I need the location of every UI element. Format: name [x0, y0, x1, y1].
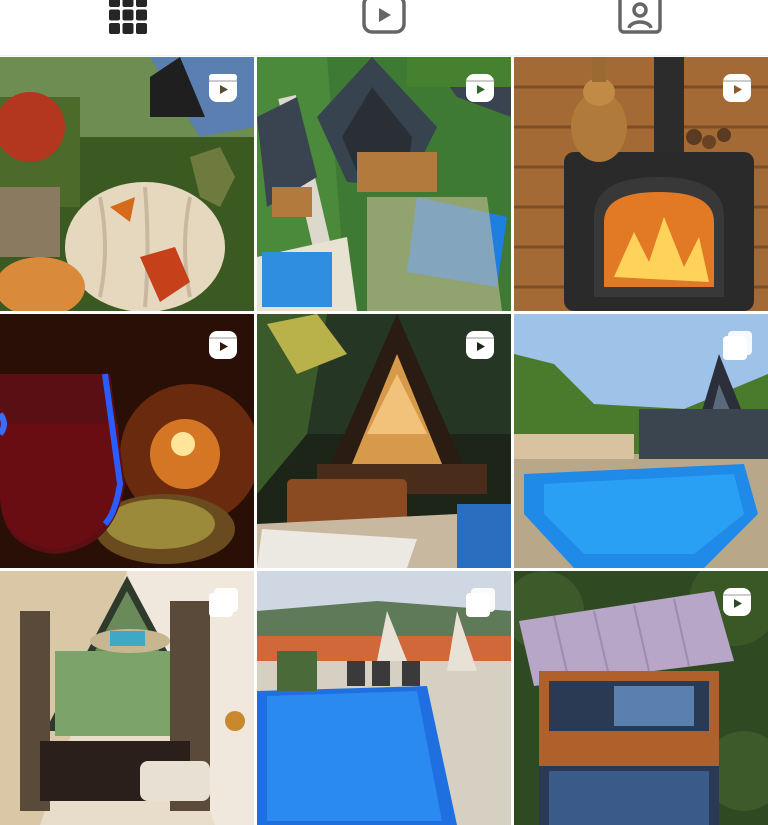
tab-tagged[interactable]	[512, 0, 768, 56]
profile-tab-bar	[0, 0, 768, 56]
reel-badge-icon	[720, 71, 754, 105]
post-cabin-interior-window[interactable]	[0, 571, 254, 825]
grid-icon	[107, 0, 149, 36]
post-aframe-cabin-pool[interactable]	[514, 314, 768, 568]
carousel-badge-icon	[206, 585, 240, 619]
carousel-badge-icon	[720, 328, 754, 362]
post-aframe-cabin-night[interactable]	[257, 314, 511, 568]
reel-badge-icon	[206, 328, 240, 362]
tab-posts-grid[interactable]	[0, 0, 256, 56]
post-wood-stove-teapot[interactable]	[514, 57, 768, 311]
post-pool-terrace-view[interactable]	[257, 571, 511, 825]
post-cabin-aerial-forest[interactable]	[514, 571, 768, 825]
posts-grid	[0, 57, 768, 825]
reel-badge-icon	[206, 71, 240, 105]
reels-icon	[361, 0, 407, 36]
reel-badge-icon	[720, 585, 754, 619]
post-aframe-cabins-pool-aerial[interactable]	[257, 57, 511, 311]
reel-badge-icon	[463, 328, 497, 362]
post-wine-candlelight[interactable]	[0, 314, 254, 568]
reel-badge-icon	[463, 71, 497, 105]
tab-reels[interactable]	[256, 0, 512, 56]
tagged-icon	[617, 0, 663, 36]
carousel-badge-icon	[463, 585, 497, 619]
post-autumn-pumpkins[interactable]	[0, 57, 254, 311]
